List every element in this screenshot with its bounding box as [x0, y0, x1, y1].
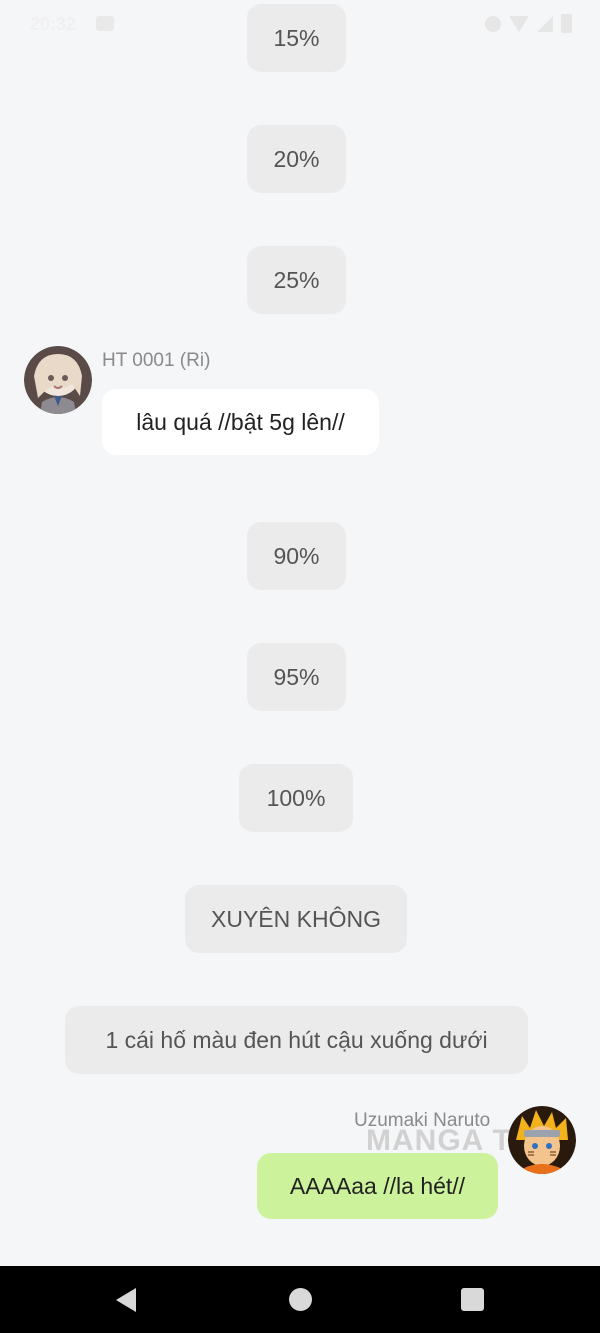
data-saver-icon [485, 15, 501, 32]
sender-name-naruto: Uzumaki Naruto [354, 1110, 491, 1131]
back-icon[interactable] [116, 1288, 136, 1312]
narration-pill: 20% [247, 125, 346, 193]
narration-pill: 90% [247, 522, 346, 590]
status-icons [485, 14, 572, 33]
status-time: 20:32 [30, 14, 77, 34]
message-notification-icon [96, 16, 114, 31]
avatar-ri[interactable] [24, 346, 92, 414]
narration-pill: 25% [247, 246, 346, 314]
narration-text: XUYÊN KHÔNG [211, 905, 381, 932]
narration-text: 25% [273, 266, 320, 293]
signal-icon [537, 15, 553, 32]
battery-icon [561, 14, 572, 33]
message-bubble-naruto[interactable]: AAAAaa //la hét// [257, 1153, 498, 1219]
message-text: lâu quá //bật 5g lên// [136, 408, 345, 435]
narration-pill: XUYÊN KHÔNG [185, 885, 407, 953]
message-bubble-ri[interactable]: lâu quá //bật 5g lên// [102, 389, 379, 455]
navigation-bar [0, 1266, 600, 1333]
wifi-icon [509, 15, 529, 32]
narration-text: 95% [273, 663, 320, 690]
message-text: AAAAaa //la hét// [289, 1172, 466, 1199]
narration-text: 90% [273, 542, 320, 569]
home-icon[interactable] [289, 1288, 312, 1311]
narration-pill: 95% [247, 643, 346, 711]
recents-icon[interactable] [461, 1288, 484, 1311]
sender-name-ri: HT 0001 (Ri) [102, 350, 211, 371]
narration-text: 1 cái hố màu đen hút cậu xuống dưới [105, 1026, 488, 1053]
avatar-naruto[interactable] [508, 1106, 576, 1174]
narration-pill: 15% [247, 4, 346, 72]
narration-pill: 1 cái hố màu đen hút cậu xuống dưới [65, 1006, 528, 1074]
narration-text: 15% [273, 24, 320, 51]
narration-pill: 100% [239, 764, 353, 832]
narration-text: 20% [273, 145, 320, 172]
narration-text: 100% [266, 784, 326, 811]
